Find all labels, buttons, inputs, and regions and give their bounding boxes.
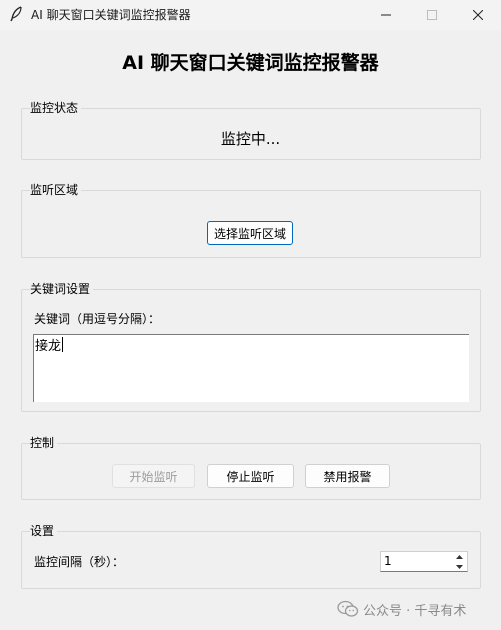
disable-alarm-button[interactable]: 禁用报警 (305, 464, 390, 488)
wechat-icon (337, 600, 359, 617)
status-text: 监控中... (220, 130, 281, 148)
maximize-icon (427, 10, 437, 20)
keywords-value: 接龙 (35, 339, 62, 354)
arrow-down-icon (456, 564, 463, 569)
interval-spinbox[interactable]: 1 (380, 551, 468, 572)
close-icon (473, 10, 483, 20)
close-button[interactable] (455, 0, 501, 30)
app-title: AI 聊天窗口关键词监控报警器 (122, 52, 379, 74)
maximize-button[interactable] (409, 0, 455, 30)
area-group-label: 监听区域 (30, 182, 82, 198)
keywords-group-label: 关键词设置 (30, 281, 94, 297)
minimize-icon (381, 14, 391, 16)
window-title: AI 聊天窗口关键词监控报警器 (31, 8, 191, 22)
arrow-up-icon (456, 554, 463, 559)
spin-up-button[interactable] (452, 552, 467, 561)
spin-down-button[interactable] (452, 562, 467, 571)
settings-group-label: 设置 (30, 523, 58, 539)
interval-label: 监控间隔（秒）： (34, 555, 125, 569)
interval-value: 1 (384, 554, 392, 568)
minimize-button[interactable] (363, 0, 409, 30)
stop-listening-button[interactable]: 停止监听 (207, 464, 294, 488)
status-group-label: 监控状态 (30, 100, 82, 116)
select-area-button[interactable]: 选择监听区域 (207, 221, 293, 245)
watermark: 公众号 · 千寻有术 (337, 599, 466, 619)
keywords-textarea[interactable]: 接龙 (33, 334, 469, 402)
feather-icon (10, 6, 22, 22)
keywords-field-label: 关键词（用逗号分隔）： (34, 312, 161, 326)
title-bar[interactable]: AI 聊天窗口关键词监控报警器 (0, 0, 501, 30)
text-caret (62, 337, 64, 352)
start-listening-button[interactable]: 开始监听 (112, 464, 195, 488)
spin-arrows (452, 552, 467, 571)
watermark-text: 公众号 · 千寻有术 (363, 603, 467, 619)
control-group-label: 控制 (30, 435, 58, 451)
